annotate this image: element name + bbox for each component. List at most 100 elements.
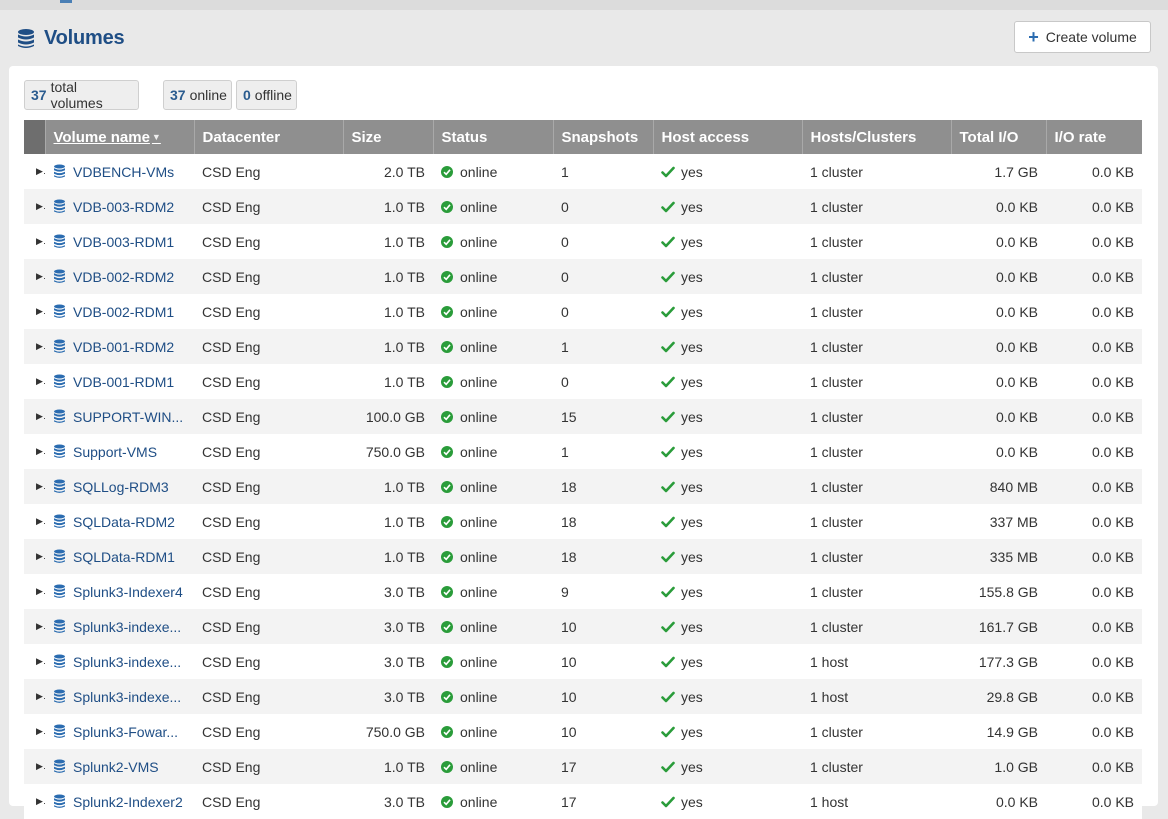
table-row[interactable]: ▶ VDB-003-RDM1 CSD Eng 1.0 TB online 0 yes 1 cl… [24, 224, 1142, 259]
create-volume-button[interactable]: + Create volume [1014, 21, 1151, 53]
volume-name-link[interactable]: SQLData-RDM2 [73, 514, 175, 530]
volume-name-link[interactable]: VDB-001-RDM1 [73, 374, 174, 390]
table-row[interactable]: ▶ Support-VMS CSD Eng 750.0 GB online 1 yes 1 c… [24, 434, 1142, 469]
volume-name-link[interactable]: SUPPORT-WIN... [73, 409, 183, 425]
table-row[interactable]: ▶ Splunk3-Fowar... CSD Eng 750.0 GB online 10… [24, 714, 1142, 749]
caret-right-icon[interactable]: ▶ [24, 679, 45, 714]
table-row[interactable]: ▶ Splunk2-VMS CSD Eng 1.0 TB online 17 yes 1 cl… [24, 749, 1142, 784]
volume-name-link[interactable]: Splunk3-Fowar... [73, 724, 178, 740]
table-row[interactable]: ▶ VDB-002-RDM1 CSD Eng 1.0 TB online 0 yes 1 cl… [24, 294, 1142, 329]
volume-name-link[interactable]: Splunk2-VMS [73, 759, 159, 775]
check-icon [661, 691, 675, 702]
column-header-total-io[interactable]: Total I/O [950, 120, 1046, 154]
column-header-size[interactable]: Size [342, 120, 433, 154]
caret-right-icon[interactable]: ▶ [24, 154, 45, 189]
column-header-volume-name[interactable]: Volume name ▼ [44, 120, 194, 154]
hosts-clusters-cell: 1 cluster [802, 574, 951, 609]
table-row[interactable]: ▶ SQLLog-RDM3 CSD Eng 1.0 TB online 18 yes 1 cl… [24, 469, 1142, 504]
caret-right-icon[interactable]: ▶ [24, 259, 45, 294]
snapshots-cell: 0 [553, 294, 653, 329]
volume-name-link[interactable]: VDB-003-RDM1 [73, 234, 174, 250]
check-icon [661, 586, 675, 597]
caret-right-icon[interactable]: ▶ [24, 504, 45, 539]
volume-name-link[interactable]: VDB-003-RDM2 [73, 199, 174, 215]
check-icon [661, 656, 675, 667]
column-header-snapshots[interactable]: Snapshots [552, 120, 653, 154]
online-filter[interactable]: 37 online [163, 80, 232, 110]
caret-right-icon[interactable]: ▶ [24, 644, 45, 679]
io-rate-cell: 0.0 KB [1046, 469, 1142, 504]
table-row[interactable]: ▶ Splunk2-Indexer2 CSD Eng 3.0 TB online 17 ye… [24, 784, 1142, 819]
caret-right-icon[interactable]: ▶ [24, 749, 45, 784]
volume-name-link[interactable]: SQLData-RDM1 [73, 549, 175, 565]
status-text: online [460, 198, 498, 215]
table-row[interactable]: ▶ Splunk3-indexe... CSD Eng 3.0 TB online 10 y… [24, 644, 1142, 679]
total-io-cell: 155.8 GB [951, 574, 1046, 609]
table-row[interactable]: ▶ SQLData-RDM2 CSD Eng 1.0 TB online 18 yes 1 c… [24, 504, 1142, 539]
caret-right-icon[interactable]: ▶ [24, 399, 45, 434]
io-rate-cell: 0.0 KB [1046, 609, 1142, 644]
volume-name-link[interactable]: Splunk3-indexe... [73, 619, 181, 635]
check-icon [661, 201, 675, 212]
caret-right-icon[interactable]: ▶ [24, 434, 45, 469]
table-row[interactable]: ▶ VDBENCH-VMs CSD Eng 2.0 TB online 1 yes 1 clu… [24, 154, 1142, 189]
check-icon [661, 446, 675, 457]
caret-right-icon[interactable]: ▶ [24, 294, 45, 329]
volume-name-link[interactable]: VDB-002-RDM1 [73, 304, 174, 320]
column-header-io-rate[interactable]: I/O rate [1045, 120, 1142, 154]
table-row[interactable]: ▶ VDB-001-RDM1 CSD Eng 1.0 TB online 0 yes 1 cl… [24, 364, 1142, 399]
volume-name-link[interactable]: Support-VMS [73, 444, 157, 460]
column-header-status[interactable]: Status [432, 120, 553, 154]
column-header-host-access[interactable]: Host access [652, 120, 802, 154]
check-icon [661, 726, 675, 737]
hosts-clusters-cell: 1 cluster [802, 364, 951, 399]
table-row[interactable]: ▶ VDB-002-RDM2 CSD Eng 1.0 TB online 0 yes 1 cl… [24, 259, 1142, 294]
caret-right-icon[interactable]: ▶ [24, 329, 45, 364]
column-header-hosts-clusters[interactable]: Hosts/Clusters [801, 120, 951, 154]
column-header-datacenter[interactable]: Datacenter [193, 120, 343, 154]
table-row[interactable]: ▶ VDB-003-RDM2 CSD Eng 1.0 TB online 0 yes 1 cl… [24, 189, 1142, 224]
host-access-cell: yes [653, 504, 802, 539]
caret-right-icon[interactable]: ▶ [24, 469, 45, 504]
volume-name-link[interactable]: Splunk3-indexe... [73, 654, 181, 670]
total-io-cell: 29.8 GB [951, 679, 1046, 714]
table-row[interactable]: ▶ Splunk3-indexe... CSD Eng 3.0 TB online 10 y… [24, 609, 1142, 644]
volume-name-link[interactable]: VDB-001-RDM2 [73, 339, 174, 355]
datacenter-cell: CSD Eng [194, 749, 343, 784]
caret-right-icon[interactable]: ▶ [24, 364, 45, 399]
volume-name-link[interactable]: SQLLog-RDM3 [73, 479, 169, 495]
hosts-clusters-cell: 1 cluster [802, 609, 951, 644]
status-cell: online [433, 154, 553, 189]
status-cell: online [433, 469, 553, 504]
hosts-clusters-cell: 1 cluster [802, 469, 951, 504]
size-cell: 1.0 TB [343, 224, 433, 259]
table-row[interactable]: ▶ Splunk3-indexe... CSD Eng 3.0 TB online 10 y… [24, 679, 1142, 714]
caret-right-icon[interactable]: ▶ [24, 609, 45, 644]
size-cell: 1.0 TB [343, 504, 433, 539]
volume-name-link[interactable]: Splunk3-Indexer4 [73, 584, 183, 600]
status-cell: online [433, 294, 553, 329]
total-io-cell: 1.0 GB [951, 749, 1046, 784]
table-row[interactable]: ▶ VDB-001-RDM2 CSD Eng 1.0 TB online 1 yes 1 cl… [24, 329, 1142, 364]
host-access-text: yes [681, 233, 703, 250]
host-access-text: yes [681, 373, 703, 390]
caret-right-icon[interactable]: ▶ [24, 539, 45, 574]
table-row[interactable]: ▶ Splunk3-Indexer4 CSD Eng 3.0 TB online 9 yes… [24, 574, 1142, 609]
volume-name-link[interactable]: Splunk3-indexe... [73, 689, 181, 705]
volume-name-cell: Splunk3-indexe... [45, 679, 194, 714]
volume-name-link[interactable]: Splunk2-Indexer2 [73, 794, 183, 810]
datacenter-cell: CSD Eng [194, 469, 343, 504]
table-row[interactable]: ▶ SUPPORT-WIN... CSD Eng 100.0 GB online 15 ye… [24, 399, 1142, 434]
caret-right-icon[interactable]: ▶ [24, 714, 45, 749]
volume-name-link[interactable]: VDB-002-RDM2 [73, 269, 174, 285]
caret-right-icon[interactable]: ▶ [24, 189, 45, 224]
snapshots-cell: 0 [553, 259, 653, 294]
table-row[interactable]: ▶ SQLData-RDM1 CSD Eng 1.0 TB online 18 yes 1 c… [24, 539, 1142, 574]
caret-right-icon[interactable]: ▶ [24, 224, 45, 259]
total-volumes-filter[interactable]: 37 total volumes [24, 79, 139, 111]
volume-name-link[interactable]: VDBENCH-VMs [73, 164, 174, 180]
caret-right-icon[interactable]: ▶ [24, 574, 45, 609]
caret-right-icon[interactable]: ▶ [24, 784, 45, 819]
offline-filter[interactable]: 0 offline [236, 80, 297, 110]
online-status-icon [441, 550, 453, 563]
